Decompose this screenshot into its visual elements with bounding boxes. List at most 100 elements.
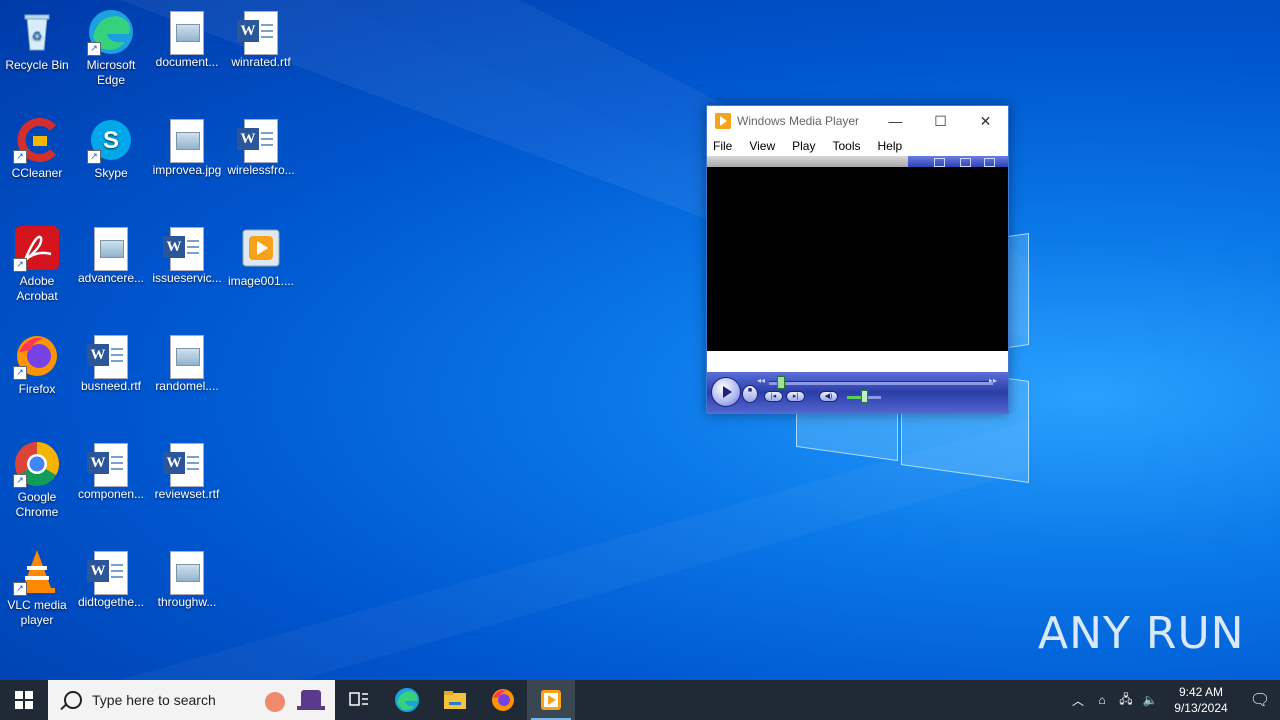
desktop-icon-wirelessfro[interactable]: W wirelessfro...	[224, 116, 298, 178]
video-area[interactable]	[707, 167, 1008, 352]
taskbar-firefox[interactable]	[479, 680, 527, 720]
notification-center-icon[interactable]: 🗨	[1240, 690, 1280, 710]
desktop-icon-advancere[interactable]: advancere...	[74, 224, 148, 286]
desktop-icon-edge[interactable]: ↗ Microsoft Edge	[74, 8, 148, 88]
shortcut-arrow-icon: ↗	[13, 258, 27, 272]
wmp-titlebar[interactable]: Windows Media Player — ☐ ✕	[707, 106, 1008, 136]
desktop-icon-improvea[interactable]: improvea.jpg	[150, 116, 224, 178]
rewind-icon[interactable]: ◂◂	[757, 376, 765, 385]
start-button[interactable]	[0, 680, 48, 720]
word-doc-icon: W	[87, 551, 128, 595]
desktop-icon-recycle-bin[interactable]: ♻ Recycle Bin	[0, 8, 74, 73]
image-file-icon	[94, 227, 128, 271]
desktop-icon-issueservic[interactable]: W issueservic...	[150, 224, 224, 286]
word-doc-icon: W	[163, 443, 204, 487]
word-doc-icon: W	[87, 443, 128, 487]
minimize-button[interactable]: —	[873, 106, 918, 136]
shortcut-arrow-icon: ↗	[87, 150, 101, 164]
menu-help[interactable]: Help	[878, 139, 903, 153]
menu-play[interactable]: Play	[792, 139, 815, 153]
menu-tools[interactable]: Tools	[832, 139, 860, 153]
fast-forward-icon[interactable]: ▸▸	[989, 376, 997, 385]
chrome-icon: ↗	[13, 440, 61, 488]
svg-text:S: S	[103, 127, 119, 154]
desktop-icon-componen[interactable]: W componen...	[74, 440, 148, 502]
desktop-icon-reviewset[interactable]: W reviewset.rtf	[150, 440, 224, 502]
word-doc-icon: W	[163, 227, 204, 271]
compact-mode-icon[interactable]	[960, 158, 971, 167]
recycle-bin-icon: ♻	[13, 8, 61, 56]
desktop-icon-vlc[interactable]: ↗ VLC media player	[0, 548, 74, 628]
playback-controls: ◂◂ ▸▸ ■ |◂ ▸| ◀)	[707, 372, 1008, 413]
search-placeholder: Type here to search	[92, 692, 216, 708]
system-tray: ︿ ⌂ 🖧 🔈 9:42 AM 9/13/2024 🗨	[1066, 680, 1280, 720]
shortcut-arrow-icon: ↗	[13, 582, 27, 596]
seek-bar[interactable]	[769, 381, 993, 385]
shortcut-arrow-icon: ↗	[13, 366, 27, 380]
media-file-icon	[237, 224, 285, 272]
image-file-icon	[170, 119, 204, 163]
wmp-icon	[541, 690, 561, 710]
image-file-icon	[170, 11, 204, 55]
desktop-icon-didtogethe[interactable]: W didtogethe...	[74, 548, 148, 610]
previous-button[interactable]: |◂	[764, 391, 783, 402]
fullscreen-icon[interactable]	[984, 158, 995, 167]
taskbar: Type here to search ︿ ⌂ 🖧 🔈 9:42 AM 9/13…	[0, 680, 1280, 720]
wmp-menubar: File View Play Tools Help	[707, 136, 1008, 156]
word-doc-icon: W	[87, 335, 128, 379]
meet-now-icon[interactable]: ⌂	[1090, 693, 1114, 707]
folder-icon	[444, 691, 466, 709]
menu-file[interactable]: File	[713, 139, 732, 153]
search-highlight-icon	[265, 690, 325, 712]
ccleaner-icon: ↗	[13, 116, 61, 164]
show-hidden-icons-button[interactable]: ︿	[1066, 692, 1090, 709]
desktop-icon-winrated[interactable]: W winrated.rtf	[224, 8, 298, 70]
next-button[interactable]: ▸|	[786, 391, 805, 402]
mini-mode-icon[interactable]	[934, 158, 945, 167]
anyrun-watermark: ANY RUN	[1038, 608, 1245, 659]
edge-icon: ↗	[87, 8, 135, 56]
desktop-icon-chrome[interactable]: ↗ Google Chrome	[0, 440, 74, 520]
acrobat-icon: ↗	[13, 224, 61, 272]
clock[interactable]: 9:42 AM 9/13/2024	[1168, 684, 1234, 716]
menu-view[interactable]: View	[749, 139, 775, 153]
search-box[interactable]: Type here to search	[48, 680, 335, 720]
mute-button[interactable]: ◀)	[819, 391, 838, 402]
word-doc-icon: W	[237, 11, 278, 55]
image-file-icon	[170, 551, 204, 595]
desktop-icon-skype[interactable]: S ↗ Skype	[74, 116, 148, 181]
volume-icon[interactable]: 🔈	[1138, 693, 1162, 707]
wmp-window[interactable]: Windows Media Player — ☐ ✕ File View Pla…	[706, 105, 1009, 414]
play-button[interactable]	[711, 377, 741, 407]
shortcut-arrow-icon: ↗	[87, 42, 101, 56]
edge-icon	[395, 688, 419, 712]
desktop-icon-firefox[interactable]: ↗ Firefox	[0, 332, 74, 397]
close-button[interactable]: ✕	[963, 106, 1008, 136]
stop-button[interactable]: ■	[742, 385, 758, 403]
taskbar-edge[interactable]	[383, 680, 431, 720]
desktop-icon-ccleaner[interactable]: ↗ CCleaner	[0, 116, 74, 181]
wmp-title: Windows Media Player	[737, 114, 860, 128]
volume-thumb[interactable]	[861, 390, 868, 403]
desktop-icon-throughw[interactable]: throughw...	[150, 548, 224, 610]
seek-thumb[interactable]	[777, 376, 786, 389]
word-doc-icon: W	[237, 119, 278, 163]
taskbar-file-explorer[interactable]	[431, 680, 479, 720]
clock-date: 9/13/2024	[1174, 701, 1228, 715]
desktop-icon-acrobat[interactable]: ↗ Adobe Acrobat	[0, 224, 74, 304]
desktop-icon-busneed[interactable]: W busneed.rtf	[74, 332, 148, 394]
image-file-icon	[170, 335, 204, 379]
network-icon[interactable]: 🖧	[1114, 690, 1138, 711]
skype-icon: S ↗	[87, 116, 135, 164]
firefox-icon: ↗	[13, 332, 61, 380]
shortcut-arrow-icon: ↗	[13, 150, 27, 164]
task-view-button[interactable]	[335, 680, 383, 720]
desktop-icon-image001[interactable]: image001....	[224, 224, 298, 289]
desktop-icon-document[interactable]: document...	[150, 8, 224, 70]
desktop-icon-randomel[interactable]: randomel....	[150, 332, 224, 394]
wmp-app-icon	[715, 113, 731, 129]
maximize-button[interactable]: ☐	[918, 106, 963, 136]
search-icon	[64, 691, 82, 709]
taskbar-wmp[interactable]	[527, 680, 575, 720]
shortcut-arrow-icon: ↗	[13, 474, 27, 488]
